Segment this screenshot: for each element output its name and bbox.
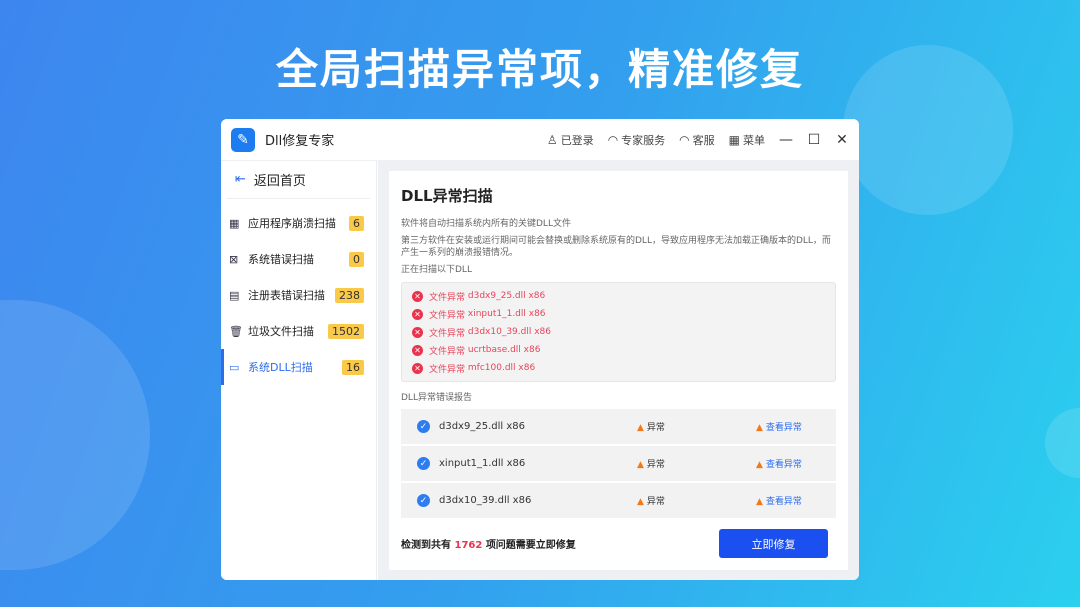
table-icon: ▤ (229, 289, 243, 302)
view-error-link[interactable]: ▲查看异常 (756, 457, 802, 470)
status: ▲异常 (637, 420, 665, 433)
scan-item: ✕文件异常 mfc100.dll x86 (412, 359, 825, 377)
view-error-link[interactable]: ▲查看异常 (756, 494, 802, 507)
apps-icon: ▦ (229, 217, 243, 230)
scan-item: ✕文件异常 d3dx10_39.dll x86 (412, 323, 825, 341)
scan-item: ✕文件异常 d3dx9_25.dll x86 (412, 287, 825, 305)
report-label: DLL异常错误报告 (401, 392, 836, 404)
checkbox-checked[interactable]: ✓ (417, 457, 430, 470)
close-button[interactable]: ✕ (835, 132, 849, 148)
sidebar-item-junk[interactable]: 🗑垃圾文件扫描1502 (221, 313, 376, 349)
grid-icon: ▦ (729, 133, 740, 147)
issue-summary: 检测到共有 1762 项问题需要立即修复 (401, 536, 576, 551)
report-row: ✓xinput1_1.dll x86▲异常▲查看异常 (401, 446, 836, 481)
sidebar-item-registry[interactable]: ▤注册表错误扫描238 (221, 277, 376, 313)
error-icon: ✕ (412, 327, 423, 338)
headset-icon: ◠ (679, 133, 689, 147)
sidebar-item-system-error[interactable]: ⊠系统错误扫描0 (221, 241, 376, 277)
error-icon: ✕ (412, 345, 423, 356)
count-badge: 238 (335, 288, 364, 303)
warning-icon: ▲ (756, 423, 763, 433)
status: ▲异常 (637, 457, 665, 470)
sidebar-item-dll[interactable]: ▭系统DLL扫描16 (221, 349, 376, 385)
warning-icon: ▲ (637, 460, 644, 470)
description: 第三方软件在安装或运行期间可能会替换或删除系统原有的DLL，导致应用程序无法加载… (401, 235, 836, 259)
login-button[interactable]: ♙已登录 (547, 132, 594, 148)
count-badge: 1502 (328, 324, 364, 339)
count-badge: 6 (349, 216, 364, 231)
expert-service-button[interactable]: ◠专家服务 (608, 132, 665, 148)
headline: 全局扫描异常项，精准修复 (0, 36, 1080, 97)
footer: 检测到共有 1762 项问题需要立即修复 立即修复 (401, 529, 828, 558)
sidebar-item-app-crash[interactable]: ▦应用程序崩溃扫描6 (221, 205, 376, 241)
warning-icon: ▲ (637, 497, 644, 507)
app-logo-icon: ✎ (231, 128, 255, 152)
back-icon: ⇤ (235, 172, 246, 187)
decor-circle (1045, 408, 1080, 478)
scanning-label: 正在扫描以下DLL (401, 264, 836, 276)
report-row: ✓d3dx9_25.dll x86▲异常▲查看异常 (401, 409, 836, 444)
checkbox-checked[interactable]: ✓ (417, 420, 430, 433)
minimize-button[interactable]: — (779, 132, 793, 148)
dll-icon: ▭ (229, 361, 243, 374)
view-error-link[interactable]: ▲查看异常 (756, 420, 802, 433)
warning-icon: ▲ (637, 423, 644, 433)
maximize-button[interactable]: ☐ (807, 132, 821, 148)
decor-circle (0, 300, 150, 570)
menu-button[interactable]: ▦菜单 (729, 132, 765, 148)
trash-icon: 🗑 (229, 325, 243, 338)
support-button[interactable]: ◠客服 (679, 132, 714, 148)
scan-list: ✕文件异常 d3dx9_25.dll x86 ✕文件异常 xinput1_1.d… (401, 282, 836, 382)
checkbox-checked[interactable]: ✓ (417, 494, 430, 507)
headset-icon: ◠ (608, 133, 618, 147)
dll-scan-card: DLL异常扫描 软件将自动扫描系统内所有的关键DLL文件 第三方软件在安装或运行… (389, 171, 848, 570)
description: 软件将自动扫描系统内所有的关键DLL文件 (401, 218, 836, 230)
app-window: ✎ Dll修复专家 ♙已登录 ◠专家服务 ◠客服 ▦菜单 — ☐ ✕ ⇤返回首页… (221, 119, 859, 580)
error-window-icon: ⊠ (229, 253, 243, 266)
main-area: DLL异常扫描 软件将自动扫描系统内所有的关键DLL文件 第三方软件在安装或运行… (378, 161, 859, 580)
error-icon: ✕ (412, 309, 423, 320)
title-bar: ✎ Dll修复专家 ♙已登录 ◠专家服务 ◠客服 ▦菜单 — ☐ ✕ (221, 119, 859, 161)
warning-icon: ▲ (756, 460, 763, 470)
sidebar: ⇤返回首页 ▦应用程序崩溃扫描6 ⊠系统错误扫描0 ▤注册表错误扫描238 🗑垃… (221, 161, 377, 580)
fix-now-button[interactable]: 立即修复 (719, 529, 828, 558)
user-icon: ♙ (547, 133, 558, 147)
page-title: DLL异常扫描 (401, 185, 836, 206)
report-row: ✓d3dx10_39.dll x86▲异常▲查看异常 (401, 483, 836, 518)
warning-icon: ▲ (756, 497, 763, 507)
back-home-button[interactable]: ⇤返回首页 (227, 161, 370, 199)
scan-item: ✕文件异常 ucrtbase.dll x86 (412, 341, 825, 359)
scan-item: ✕文件异常 xinput1_1.dll x86 (412, 305, 825, 323)
count-badge: 16 (342, 360, 364, 375)
app-title: Dll修复专家 (265, 130, 334, 149)
status: ▲异常 (637, 494, 665, 507)
error-icon: ✕ (412, 363, 423, 374)
error-icon: ✕ (412, 291, 423, 302)
count-badge: 0 (349, 252, 364, 267)
